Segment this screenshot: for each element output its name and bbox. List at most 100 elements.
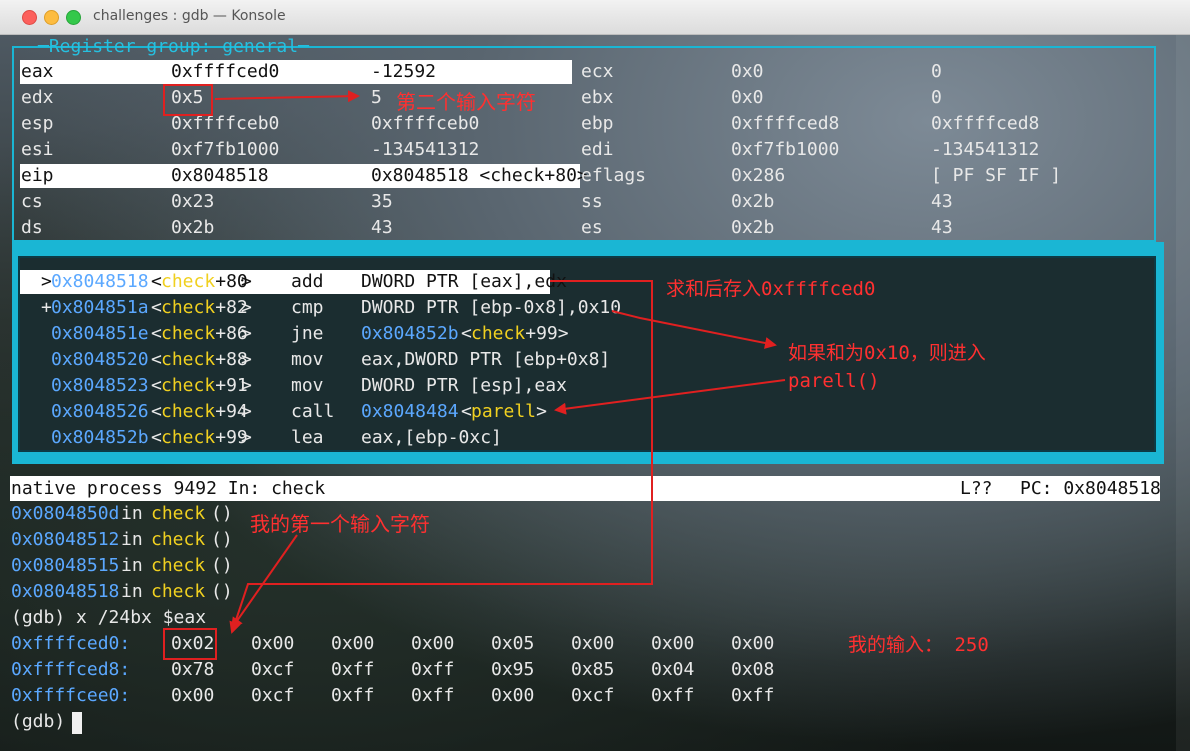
register-cell: ebp bbox=[581, 113, 614, 134]
annotation-parell-call: parell() bbox=[788, 370, 880, 392]
asm-gt: > bbox=[536, 401, 547, 422]
memory-byte: 0x08 bbox=[731, 659, 775, 680]
register-cell: ds bbox=[21, 217, 43, 238]
memory-byte: 0x00 bbox=[731, 633, 775, 654]
register-cell: 35 bbox=[371, 191, 393, 212]
annotation-if-sum: 如果和为0x10，则进入 bbox=[788, 342, 986, 364]
asm-opcode: add bbox=[291, 271, 324, 292]
asm-func: check bbox=[161, 375, 216, 396]
annotation-my-input: 我的输入： 250 bbox=[848, 634, 989, 656]
status-pc: PC: 0x8048518 bbox=[1020, 478, 1161, 499]
register-cell: -134541312 bbox=[931, 139, 1040, 160]
memory-byte: 0x00 bbox=[171, 685, 215, 706]
memory-byte: 0xcf bbox=[571, 685, 615, 706]
asm-gt: > bbox=[241, 427, 252, 448]
status-process: native process 9492 In: check bbox=[11, 478, 326, 499]
memory-byte-highlight-box bbox=[163, 628, 217, 660]
register-cell: ss bbox=[581, 191, 603, 212]
register-cell: edx bbox=[21, 87, 54, 108]
register-cell: ebx bbox=[581, 87, 614, 108]
asm-operand-address: 0x804852b bbox=[361, 323, 459, 344]
register-cell: -134541312 bbox=[371, 139, 480, 160]
minimize-window-button[interactable] bbox=[44, 10, 59, 25]
register-cell: -12592 bbox=[371, 61, 437, 82]
asm-gt: > bbox=[241, 349, 252, 370]
asm-address: 0x804851e bbox=[51, 323, 149, 344]
frame-paren: () bbox=[211, 555, 233, 576]
register-cell: 5 bbox=[371, 87, 382, 108]
frame-address: 0x0804850d bbox=[11, 503, 120, 524]
asm-func: check bbox=[161, 401, 216, 422]
asm-address: 0x8048518 bbox=[51, 271, 149, 292]
memory-byte: 0xcf bbox=[251, 685, 295, 706]
memory-byte: 0x00 bbox=[571, 633, 615, 654]
register-cell: esp bbox=[21, 113, 54, 134]
asm-func: check bbox=[161, 349, 216, 370]
memory-byte: 0x00 bbox=[411, 633, 455, 654]
annotation-sum-stored: 求和后存入0xffffced0 bbox=[666, 278, 876, 300]
memory-byte: 0x95 bbox=[491, 659, 535, 680]
register-cell: eflags bbox=[581, 165, 647, 186]
window-titlebar: challenges : gdb — Konsole bbox=[0, 0, 1190, 35]
asm-gt: > bbox=[241, 401, 252, 422]
maximize-window-button[interactable] bbox=[66, 10, 81, 25]
frame-address: 0x08048518 bbox=[11, 581, 120, 602]
register-cell: es bbox=[581, 217, 603, 238]
asm-operands: DWORD PTR [eax],edx bbox=[361, 271, 567, 292]
register-cell: 0x23 bbox=[171, 191, 215, 212]
annotation-first-char: 我的第一个输入字符 bbox=[250, 512, 430, 536]
register-cell: 0x286 bbox=[731, 165, 786, 186]
register-cell: 0xffffced0 bbox=[171, 61, 280, 82]
asm-opcode: lea bbox=[291, 427, 324, 448]
asm-operands: eax,[ebp-0xc] bbox=[361, 427, 502, 448]
asm-operands: eax,DWORD PTR [ebp+0x8] bbox=[361, 349, 611, 370]
memory-byte: 0x78 bbox=[171, 659, 215, 680]
frame-in: in bbox=[121, 555, 143, 576]
asm-operand-func: check bbox=[471, 323, 526, 344]
memory-byte: 0x05 bbox=[491, 633, 535, 654]
asm-address: 0x8048523 bbox=[51, 375, 149, 396]
frame-paren: () bbox=[211, 529, 233, 550]
frame-in: in bbox=[121, 529, 143, 550]
memory-byte: 0x00 bbox=[491, 685, 535, 706]
window-title: challenges : gdb — Konsole bbox=[93, 8, 286, 24]
memory-byte: 0x85 bbox=[571, 659, 615, 680]
register-cell: [ PF SF IF ] bbox=[931, 165, 1062, 186]
memory-byte: 0x00 bbox=[651, 633, 695, 654]
status-line: L?? bbox=[960, 478, 993, 499]
register-cell: eip bbox=[21, 165, 54, 186]
register-cell: 0xffffced8 bbox=[931, 113, 1040, 134]
asm-operands: DWORD PTR [esp],eax bbox=[361, 375, 567, 396]
register-cell: 0x0 bbox=[731, 61, 764, 82]
frame-func: check bbox=[151, 529, 206, 550]
frame-address: 0x08048515 bbox=[11, 555, 120, 576]
edx-value-highlight-box bbox=[163, 84, 213, 116]
register-cell: 0 bbox=[931, 87, 942, 108]
register-cell: eax bbox=[21, 61, 54, 82]
asm-gt: > bbox=[241, 375, 252, 396]
asm-address: 0x8048526 bbox=[51, 401, 149, 422]
asm-func: check bbox=[161, 271, 216, 292]
frame-paren: () bbox=[211, 503, 233, 524]
annotation-second-char: 第二个输入字符 bbox=[396, 90, 536, 114]
asm-opcode: call bbox=[291, 401, 335, 422]
register-cell: 0x8048518 <check+80> bbox=[371, 165, 588, 186]
register-cell: esi bbox=[21, 139, 54, 160]
terminal-scrollbar[interactable] bbox=[1176, 35, 1190, 751]
frame-in: in bbox=[121, 503, 143, 524]
asm-operand-func: parell bbox=[471, 401, 537, 422]
register-cell: 0xf7fb1000 bbox=[731, 139, 840, 160]
gdb-prompt: (gdb) bbox=[11, 711, 77, 732]
asm-gt: > bbox=[241, 271, 252, 292]
close-window-button[interactable] bbox=[22, 10, 37, 25]
asm-opcode: cmp bbox=[291, 297, 324, 318]
asm-address: 0x8048520 bbox=[51, 349, 149, 370]
asm-gt: > bbox=[557, 323, 569, 344]
asm-address: 0x804852b bbox=[51, 427, 149, 448]
frame-func: check bbox=[151, 555, 206, 576]
memory-byte: 0xff bbox=[331, 685, 375, 706]
frame-paren: () bbox=[211, 581, 233, 602]
register-cell: 0x2b bbox=[731, 191, 775, 212]
register-cell: 0x2b bbox=[731, 217, 775, 238]
register-cell: 0x8048518 bbox=[171, 165, 269, 186]
